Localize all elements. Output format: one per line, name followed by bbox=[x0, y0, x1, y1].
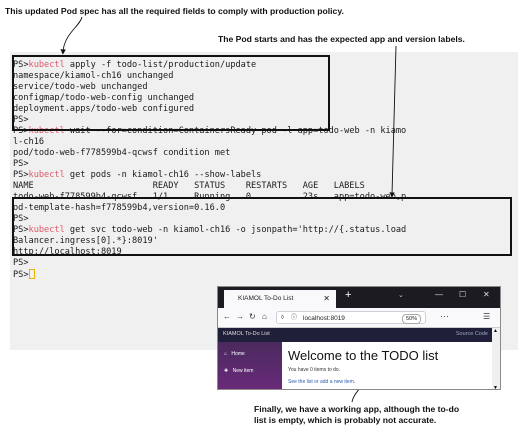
command-args: get pods -n kiamol-ch16 --show-labels bbox=[64, 170, 262, 180]
tab-list-icon[interactable]: ⌄ bbox=[398, 291, 404, 299]
more-options-icon[interactable]: ··· bbox=[440, 311, 449, 321]
output-text: NAME READY STATUS RESTARTS AGE LABELS bbox=[13, 181, 365, 191]
source-code-link[interactable]: Source Code bbox=[456, 331, 488, 337]
prompt: PS> bbox=[13, 270, 29, 280]
annotation-bottom-line1: Finally, we have a working app, although… bbox=[254, 404, 460, 414]
sidebar-new-label: New item bbox=[232, 368, 254, 374]
arrow-top bbox=[60, 16, 83, 55]
url-text: localhost:8019 bbox=[303, 315, 345, 322]
plus-icon: ✚ bbox=[224, 368, 229, 374]
maximize-icon[interactable]: ☐ bbox=[459, 290, 466, 299]
browser-nav-bar: ← → ↻ ⌂ ◊ ⓘ localhost:8019 50% ··· ☰ bbox=[218, 308, 500, 328]
home-nav-icon: ⌂ bbox=[224, 351, 228, 357]
tab-title: KIAMOL To-Do List bbox=[238, 295, 294, 302]
annotation-top: This updated Pod spec has all the requir… bbox=[5, 6, 344, 16]
scroll-up-icon[interactable]: ▲ bbox=[493, 328, 498, 334]
browser-tab-bar: KIAMOL To-Do List ✕ + ⌄ — ☐ ✕ bbox=[218, 287, 500, 308]
list-link[interactable]: See the list or add a new item. bbox=[288, 379, 355, 385]
app-navbar: KIAMOL To-Do List Source Code bbox=[218, 328, 500, 342]
page-heading: Welcome to the TODO list bbox=[288, 348, 439, 363]
prompt: PS> bbox=[13, 258, 29, 268]
output-text: l-ch16 bbox=[13, 137, 45, 147]
text-cursor[interactable] bbox=[28, 269, 35, 279]
menu-icon[interactable]: ☰ bbox=[483, 312, 490, 322]
shield-icon: ◊ bbox=[281, 315, 284, 321]
sidebar-item-new[interactable]: ✚ New item bbox=[224, 368, 253, 374]
annotation-middle: The Pod starts and has the expected app … bbox=[218, 34, 465, 44]
zoom-badge[interactable]: 50% bbox=[401, 314, 421, 324]
info-icon: ⓘ bbox=[291, 315, 298, 321]
close-window-icon[interactable]: ✕ bbox=[483, 290, 490, 299]
annotation-bottom-line2: list is empty, which is probably not acc… bbox=[254, 415, 437, 425]
command-name: kubectl bbox=[28, 170, 65, 180]
browser-scrollbar[interactable]: ▲ ▼ bbox=[492, 328, 500, 389]
app-main-content: Welcome to the TODO list You have 0 item… bbox=[282, 342, 492, 389]
back-icon[interactable]: ← bbox=[223, 312, 231, 322]
browser-window[interactable]: KIAMOL To-Do List ✕ + ⌄ — ☐ ✕ ← → ↻ ⌂ ◊ … bbox=[217, 286, 501, 390]
reload-icon[interactable]: ↻ bbox=[249, 312, 256, 322]
sidebar-item-home[interactable]: ⌂ Home bbox=[224, 351, 245, 357]
terminal-line: PS> bbox=[13, 258, 29, 269]
app-sidebar: ⌂ Home ✚ New item bbox=[218, 342, 282, 389]
scroll-down-icon[interactable]: ▼ bbox=[493, 385, 498, 389]
terminal-line: PS>kubectl get pods -n kiamol-ch16 --sho… bbox=[13, 170, 261, 181]
terminal-line: PS> bbox=[13, 269, 35, 281]
app-brand[interactable]: KIAMOL To-Do List bbox=[223, 331, 270, 337]
forward-icon[interactable]: → bbox=[236, 312, 244, 322]
prompt: PS> bbox=[13, 170, 29, 180]
sidebar-home-label: Home bbox=[231, 351, 245, 357]
output-text: pod/todo-web-f778599b4-qcwsf condition m… bbox=[13, 148, 231, 158]
new-tab-icon[interactable]: + bbox=[345, 289, 351, 301]
highlight-apply-output bbox=[12, 55, 330, 131]
highlight-get-pods-output bbox=[12, 197, 512, 256]
terminal-line: l-ch16 bbox=[13, 137, 44, 148]
terminal-line: NAME READY STATUS RESTARTS AGE LABELS bbox=[13, 181, 365, 192]
tab-close-icon[interactable]: ✕ bbox=[323, 290, 330, 308]
terminal-line: pod/todo-web-f778599b4-qcwsf condition m… bbox=[13, 148, 230, 159]
items-count-text: You have 0 items to do. bbox=[288, 367, 341, 373]
browser-tab[interactable]: KIAMOL To-Do List ✕ bbox=[224, 290, 336, 308]
url-bar[interactable]: ◊ ⓘ localhost:8019 50% bbox=[276, 311, 426, 324]
terminal-line: PS> bbox=[13, 159, 29, 170]
minimize-icon[interactable]: — bbox=[435, 290, 443, 299]
prompt: PS> bbox=[13, 159, 29, 169]
home-icon[interactable]: ⌂ bbox=[262, 312, 267, 322]
